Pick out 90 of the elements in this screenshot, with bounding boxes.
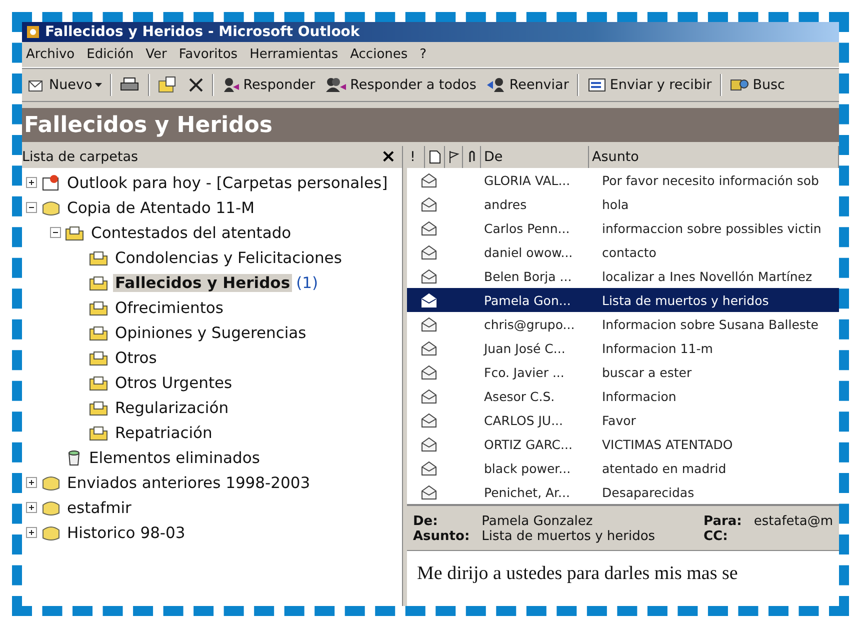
message-row[interactable]: GLORIA VAL... Por favor necesito información sob [407,168,839,192]
message-row[interactable]: Penichet, Ar... Desaparecidas [407,480,839,504]
open-envelope-icon [421,412,437,428]
flag-icon[interactable] [448,150,460,164]
folder-item[interactable]: Contestados del atentado [89,224,294,242]
collapse-icon[interactable] [26,202,37,213]
message-row[interactable]: daniel owow... contacto [407,240,839,264]
folder-item[interactable]: Enviados anteriores 1998-2003 [65,474,312,492]
folder-heading: Fallecidos y Heridos [24,112,272,138]
open-envelope-icon [421,244,437,260]
open-envelope-icon [421,484,437,500]
field-value: estafeta@m [754,514,833,529]
menu-item[interactable]: Herramientas [250,47,338,62]
column-header[interactable]: ! [407,146,425,168]
folder-item[interactable]: Elementos eliminados [87,448,262,466]
folder-item[interactable]: Otros Urgentes [113,374,234,392]
toolbar-button[interactable]: Responder a todos [321,75,480,95]
person-arrow-icon [222,77,240,93]
message-row[interactable]: Belen Borja ... localizar a Ines Novellón Martínez [407,264,839,288]
folder-item[interactable]: Ofrecimientos [113,298,226,316]
printer-icon [120,77,140,93]
field-label: Asunto: [413,529,470,544]
menu-item[interactable]: Ver [146,47,167,62]
menu-item[interactable]: Acciones [350,47,408,62]
open-envelope-icon [421,196,437,212]
field-label: Para: [704,514,742,529]
open-envelope-icon [421,340,437,356]
person-arrow-icon [486,77,506,93]
open-envelope-icon [421,268,437,284]
caret-icon [95,83,102,87]
message-row[interactable]: Pamela Gon... Lista de muertos y heridos [407,288,839,312]
expand-icon[interactable] [26,502,37,513]
message-row[interactable]: CARLOS JU... Favor [407,408,839,432]
toolbar-button[interactable]: Reenviar [482,75,573,95]
folder-item[interactable]: Fallecidos y Heridos [113,274,292,292]
toolbar-button[interactable]: Busc [726,75,789,95]
close-button[interactable]: × [378,148,398,166]
menu-item[interactable]: Edición [86,47,134,62]
message-row[interactable]: ORTIZ GARC... VICTIMAS ATENTADO [407,432,839,456]
open-envelope-icon [421,292,437,308]
open-envelope-icon [421,460,437,476]
field-value: Pamela Gonzalez [482,514,594,529]
folder-item[interactable]: Opiniones y Sugerencias [113,324,308,342]
folder-item[interactable]: Copia de Atentado 11-M [65,198,256,216]
find-icon [730,77,750,93]
field-value: Lista de muertos y heridos [482,529,656,544]
message-row[interactable]: Juan José C... Informacion 11-m [407,336,839,360]
calendar-icon [41,174,61,192]
page-icon[interactable] [428,150,440,164]
folder-item[interactable]: Regularización [113,398,231,416]
people-arrow-icon [325,77,348,93]
open-envelope-icon [421,172,437,188]
unread-count: (1) [296,274,318,292]
paperclip-icon[interactable] [466,150,476,164]
collapse-icon[interactable] [50,227,61,238]
column-header[interactable]: Asunto [589,146,839,168]
message-row[interactable]: Carlos Penn... informaccion sobre possibles victin [407,216,839,240]
message-row[interactable]: chris@grupo... Informacion sobre Susana Balleste [407,312,839,336]
folder-item[interactable]: Condolencias y Felicitaciones [113,248,344,266]
expand-icon[interactable] [26,477,37,488]
send-receive-icon [586,77,607,93]
field-label: De: [413,514,439,529]
menu-item[interactable]: Favoritos [178,47,238,62]
pane-title: Lista de carpetas [22,149,138,165]
expand-icon[interactable] [26,527,37,538]
message-row[interactable]: andres hola [407,192,839,216]
delete-icon [188,77,204,93]
open-envelope-icon [421,364,437,380]
body-text: Me dirijo a ustedes para darles mis mas se [417,563,738,584]
column-header[interactable]: De [481,146,589,168]
field-label: CC: [704,529,729,544]
message-row[interactable]: Asesor C.S. Informacion [407,384,839,408]
folder-item[interactable]: Otros [113,348,159,366]
open-envelope-icon [421,436,437,452]
new-button[interactable]: Nuevo [24,75,106,95]
open-envelope-icon [421,316,437,332]
message-row[interactable]: black power... atentado en madrid [407,456,839,480]
window-title: Fallecidos y Heridos - Microsoft Outlook [45,24,360,40]
toolbar-button[interactable]: Enviar y recibir [582,75,716,95]
folder-item[interactable]: Historico 98-03 [65,524,188,542]
menu-item[interactable]: ? [420,47,427,62]
menu-item[interactable]: Archivo [26,47,75,62]
folder-item[interactable]: estafmir [65,498,134,516]
folder-item[interactable]: Repatriación [113,424,214,442]
open-envelope-icon [421,388,437,404]
folder-item[interactable]: Outlook para hoy - [Carpetas personales] [65,174,390,192]
expand-icon[interactable] [26,177,37,188]
open-envelope-icon [421,220,437,236]
toolbar-button[interactable]: Responder [218,75,320,95]
message-row[interactable]: Fco. Javier ... buscar a ester [407,360,839,384]
